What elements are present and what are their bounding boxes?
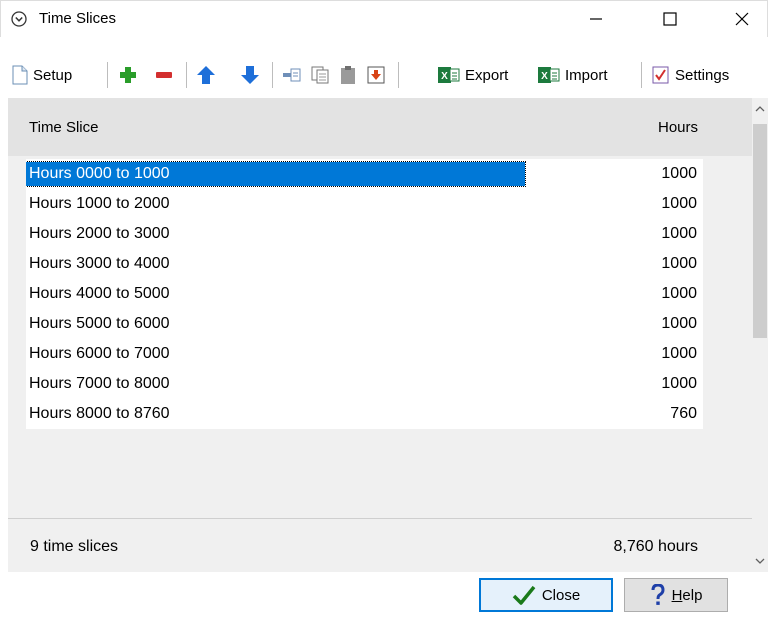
document-icon	[12, 65, 28, 85]
grid-header: Time Slice Hours	[8, 98, 752, 156]
table-row[interactable]: Hours 3000 to 4000 1000	[8, 249, 703, 279]
table-row[interactable]: Hours 8000 to 8760 760	[8, 399, 703, 429]
title-bar: Time Slices	[0, 0, 768, 37]
remove-button[interactable]	[154, 60, 174, 90]
move-down-icon	[241, 66, 259, 84]
table-row[interactable]: Hours 6000 to 7000 1000	[8, 339, 703, 369]
hours-cell[interactable]: 1000	[661, 219, 697, 249]
time-slice-cell[interactable]: Hours 6000 to 7000	[26, 339, 170, 369]
move-down-button[interactable]	[240, 60, 260, 90]
time-slice-cell[interactable]: Hours 5000 to 6000	[26, 309, 170, 339]
cut-button[interactable]	[282, 60, 302, 90]
table-row[interactable]: Hours 7000 to 8000 1000	[8, 369, 703, 399]
toolbar: Setup X Export X Import Settings	[0, 58, 768, 94]
table-row[interactable]: Hours 4000 to 5000 1000	[8, 279, 703, 309]
hours-cell[interactable]: 1000	[661, 189, 697, 219]
settings-icon	[652, 66, 669, 84]
column-header-time-slice[interactable]: Time Slice	[29, 119, 98, 136]
time-slice-cell[interactable]: Hours 1000 to 2000	[26, 189, 170, 219]
close-icon	[735, 12, 749, 26]
copy-icon	[311, 66, 329, 84]
svg-text:X: X	[541, 71, 548, 82]
maximize-icon	[663, 12, 677, 26]
hours-cell[interactable]: 1000	[661, 339, 697, 369]
add-icon	[120, 67, 136, 83]
footer-count: 9 time slices	[30, 538, 119, 555]
time-slice-cell[interactable]: Hours 0000 to 1000	[25, 161, 526, 187]
time-slice-cell[interactable]: Hours 3000 to 4000	[26, 249, 170, 279]
time-slice-cell[interactable]: Hours 7000 to 8000	[26, 369, 170, 399]
excel-icon: X	[538, 67, 560, 83]
setup-label: Setup	[33, 66, 73, 84]
maximize-button[interactable]	[647, 1, 693, 37]
column-header-hours[interactable]: Hours	[658, 119, 698, 136]
footer-divider	[8, 518, 752, 519]
time-slice-cell[interactable]: Hours 4000 to 5000	[26, 279, 170, 309]
copy-button[interactable]	[310, 60, 330, 90]
remove-icon	[156, 72, 172, 78]
settings-label: Settings	[675, 66, 730, 84]
hours-cell[interactable]: 760	[670, 399, 697, 429]
chevron-up-icon	[755, 106, 765, 112]
export-label: Export	[465, 66, 509, 84]
close-button[interactable]: Close	[479, 578, 613, 612]
hours-cell[interactable]: 1000	[661, 279, 697, 309]
chevron-down-icon	[755, 558, 765, 564]
clock-dropdown-icon[interactable]	[11, 11, 27, 27]
move-up-button[interactable]	[196, 60, 216, 90]
setup-button[interactable]: Setup	[12, 60, 72, 90]
grid-rows: Hours 0000 to 1000 1000 Hours 1000 to 2000…	[8, 159, 703, 429]
table-row[interactable]: Hours 2000 to 3000 1000	[8, 219, 703, 249]
table-row[interactable]: Hours 0000 to 1000 1000	[8, 159, 703, 189]
toolbar-separator	[272, 62, 273, 88]
minimize-icon	[590, 18, 602, 20]
help-button[interactable]: Help	[624, 578, 728, 612]
hours-cell[interactable]: 1000	[661, 369, 697, 399]
table-row[interactable]: Hours 1000 to 2000 1000	[8, 189, 703, 219]
add-button[interactable]	[118, 60, 138, 90]
row-indicator-column	[8, 159, 26, 429]
vertical-scrollbar[interactable]	[752, 98, 768, 572]
toolbar-separator	[641, 62, 642, 88]
question-icon	[651, 584, 665, 605]
scroll-down-button[interactable]	[752, 550, 768, 572]
import-button[interactable]: X Import	[538, 60, 608, 90]
time-slices-grid: Time Slice Hours Hours 0000 to 1000 1000 H…	[8, 98, 752, 572]
window-title: Time Slices	[39, 10, 116, 27]
move-up-icon	[197, 66, 215, 84]
hours-cell[interactable]: 1000	[661, 249, 697, 279]
scroll-up-button[interactable]	[752, 98, 768, 120]
toolbar-separator	[398, 62, 399, 88]
toolbar-separator	[107, 62, 108, 88]
scroll-thumb[interactable]	[753, 124, 767, 338]
paste-icon	[341, 66, 355, 84]
help-button-label: Help	[671, 586, 703, 604]
checkmark-icon	[512, 585, 536, 605]
time-slice-cell[interactable]: Hours 2000 to 3000	[26, 219, 170, 249]
table-row[interactable]: Hours 5000 to 6000 1000	[8, 309, 703, 339]
import-label: Import	[565, 66, 608, 84]
close-button-label: Close	[541, 586, 581, 604]
window-close-button[interactable]	[719, 1, 765, 37]
cut-icon	[283, 68, 301, 82]
time-slice-cell[interactable]: Hours 8000 to 8760	[26, 399, 170, 429]
excel-icon: X	[438, 67, 460, 83]
paste-button[interactable]	[338, 60, 358, 90]
paste-special-icon	[367, 66, 385, 84]
hours-cell[interactable]: 1000	[661, 309, 697, 339]
hours-cell[interactable]: 1000	[661, 159, 697, 189]
settings-button[interactable]: Settings	[652, 60, 729, 90]
footer-total: 8,760 hours	[613, 538, 698, 555]
toolbar-separator	[186, 62, 187, 88]
minimize-button[interactable]	[573, 1, 619, 37]
export-button[interactable]: X Export	[438, 60, 508, 90]
svg-text:X: X	[441, 71, 448, 82]
paste-special-button[interactable]	[366, 60, 386, 90]
